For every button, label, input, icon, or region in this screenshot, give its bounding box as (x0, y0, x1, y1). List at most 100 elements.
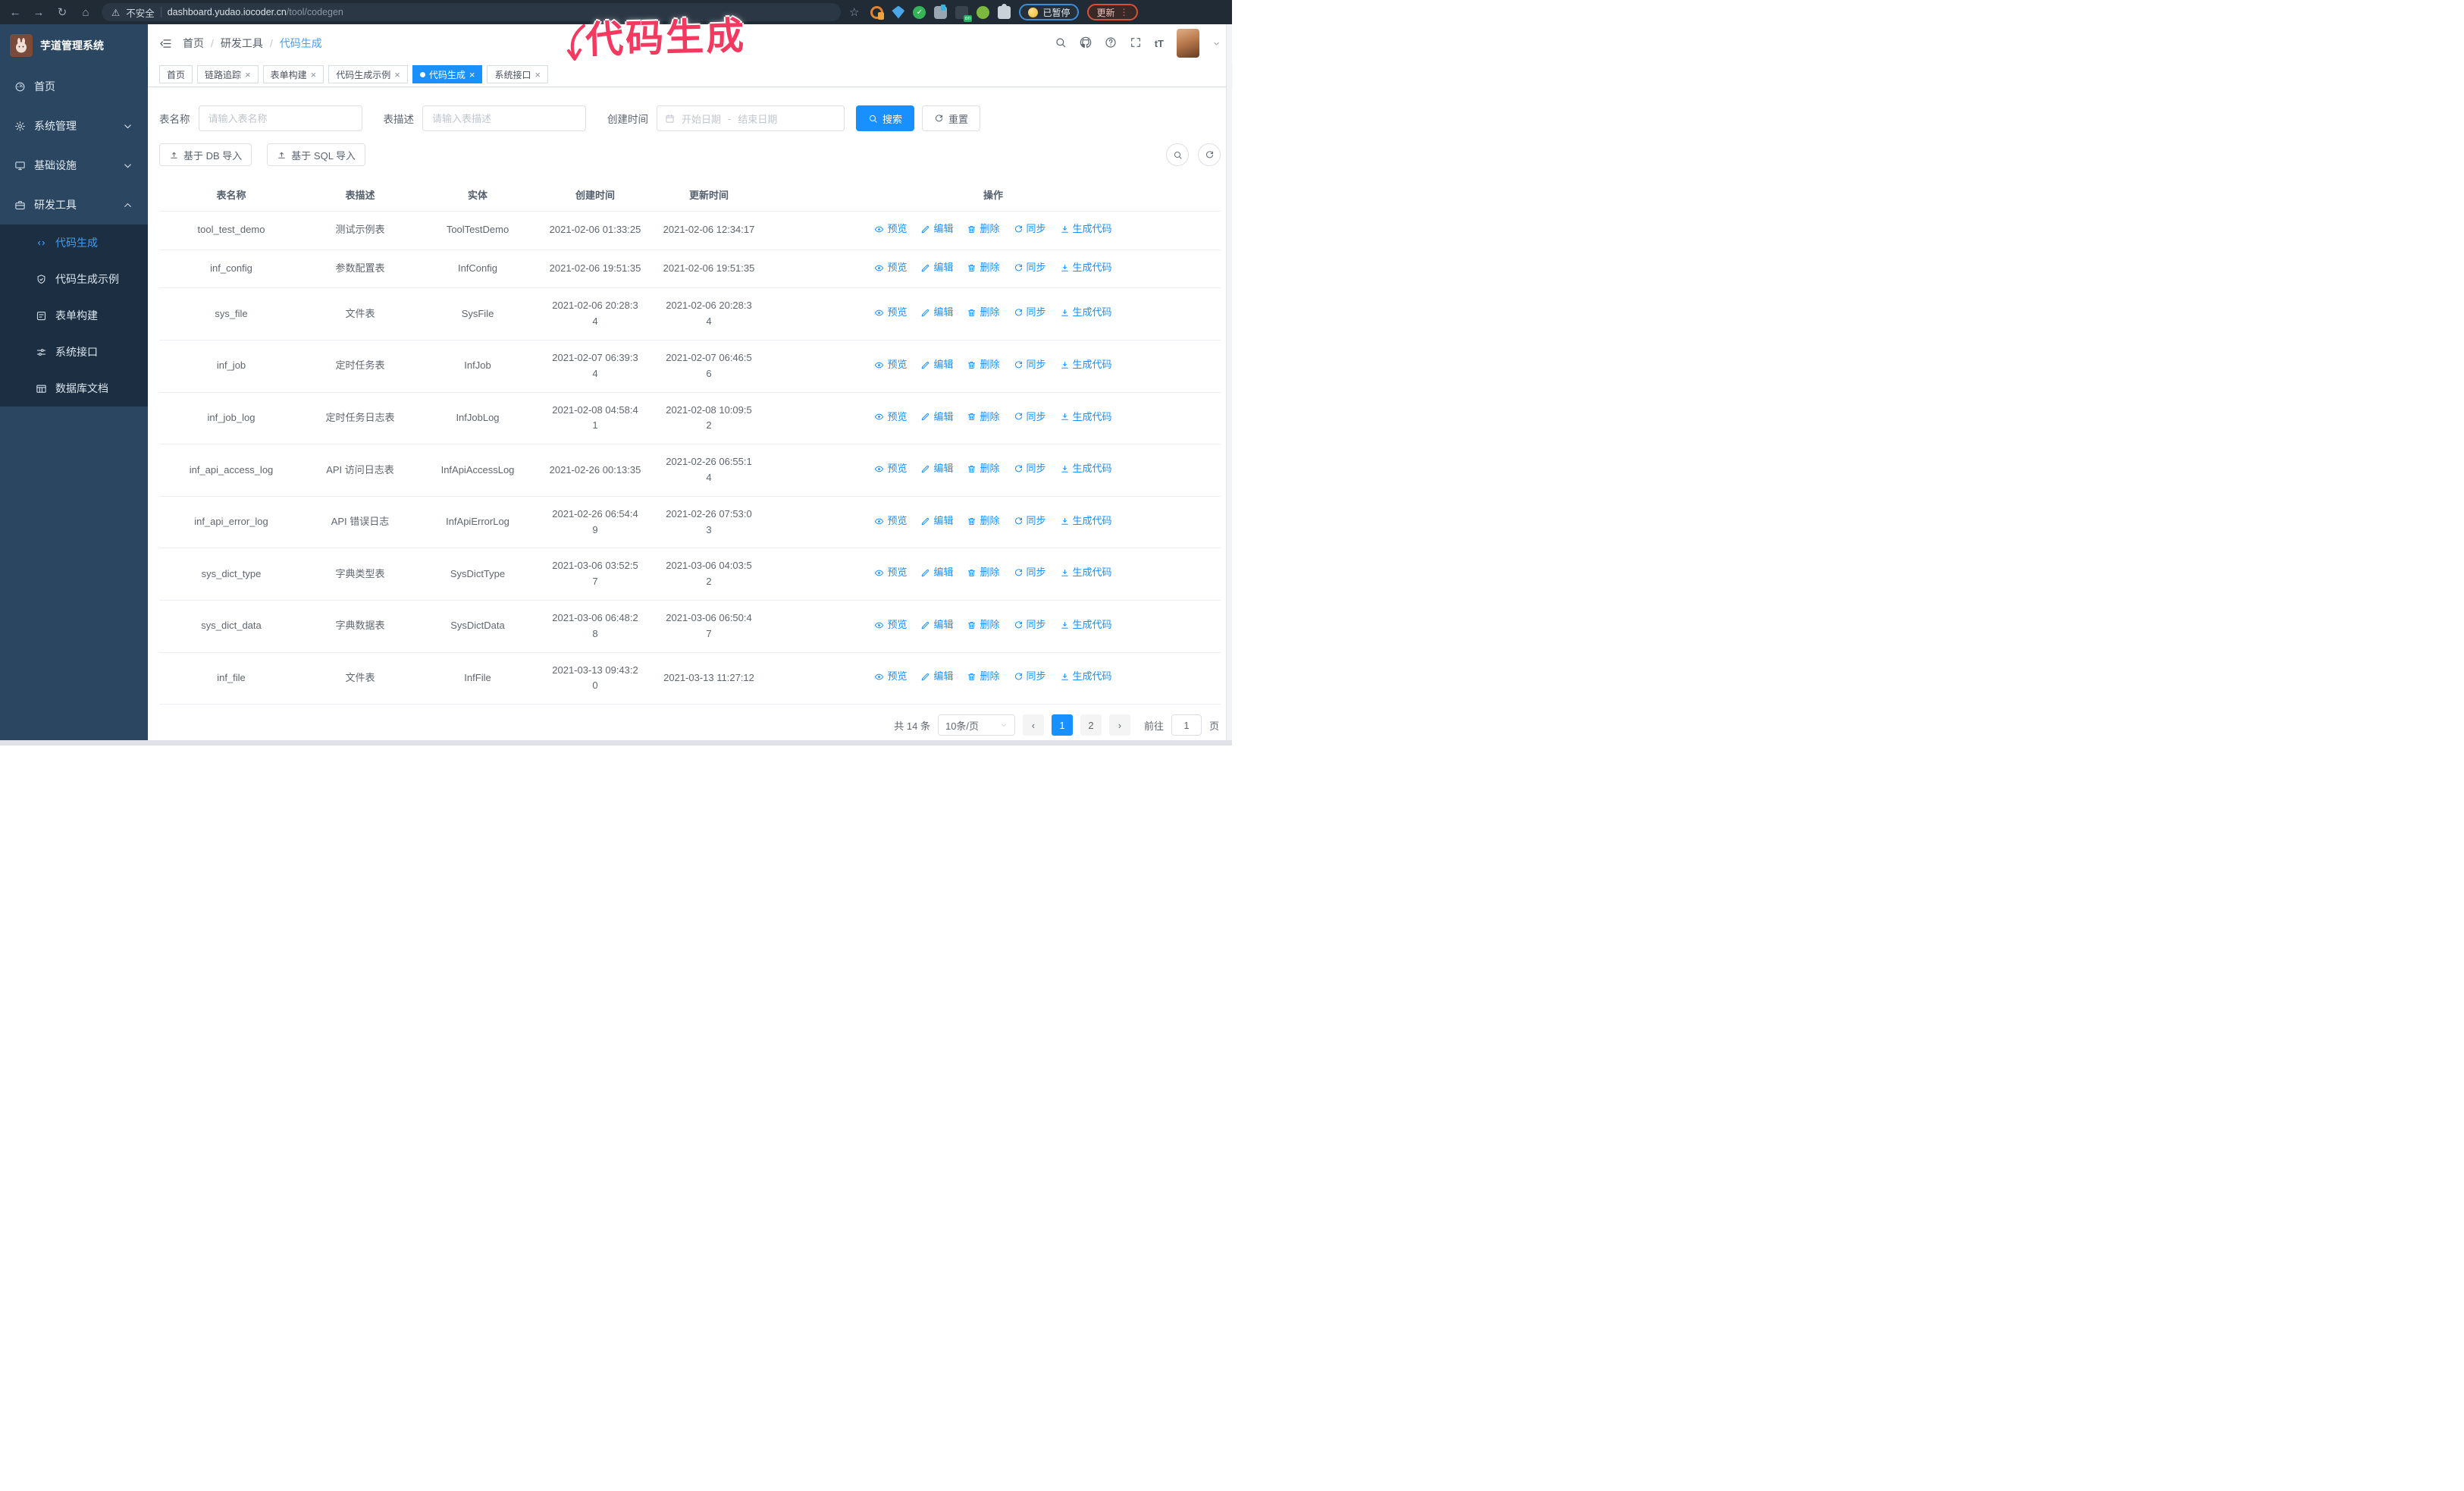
action-sync[interactable]: 同步 (1014, 305, 1046, 321)
extension-icon-blue-gem[interactable] (892, 5, 905, 19)
action-preview[interactable]: 预览 (874, 669, 907, 685)
home-button[interactable]: ⌂ (78, 6, 93, 19)
extension-icon-switch[interactable]: on (955, 5, 973, 22)
action-delete[interactable]: 删除 (967, 565, 1000, 581)
tab-trace[interactable]: 链路追踪 × (197, 65, 259, 83)
back-button[interactable]: ← (8, 6, 23, 19)
action-edit[interactable]: 编辑 (920, 565, 953, 581)
action-preview[interactable]: 预览 (874, 221, 907, 237)
next-page-button[interactable]: › (1108, 714, 1130, 736)
action-sync[interactable]: 同步 (1014, 461, 1046, 477)
goto-page-input[interactable] (1171, 714, 1202, 736)
tab-home[interactable]: 首页 (159, 65, 193, 83)
action-preview[interactable]: 预览 (874, 260, 907, 276)
action-generate[interactable]: 生成代码 (1060, 357, 1112, 373)
avatar[interactable] (1177, 29, 1199, 58)
action-preview[interactable]: 预览 (874, 617, 907, 633)
action-sync[interactable]: 同步 (1014, 617, 1046, 633)
action-edit[interactable]: 编辑 (920, 669, 953, 685)
action-sync[interactable]: 同步 (1014, 357, 1046, 373)
page-size-select[interactable]: 10条/页 (937, 714, 1015, 736)
date-range-picker[interactable]: 开始日期 - 结束日期 (657, 105, 845, 131)
extension-icon-green[interactable] (977, 5, 990, 19)
action-delete[interactable]: 删除 (967, 410, 1000, 425)
action-generate[interactable]: 生成代码 (1060, 669, 1112, 685)
close-icon[interactable]: × (245, 70, 251, 80)
action-edit[interactable]: 编辑 (920, 513, 953, 529)
action-edit[interactable]: 编辑 (920, 357, 953, 373)
action-delete[interactable]: 删除 (967, 513, 1000, 529)
action-preview[interactable]: 预览 (874, 565, 907, 581)
action-edit[interactable]: 编辑 (920, 410, 953, 425)
tab-codegen-example[interactable]: 代码生成示例 × (328, 65, 408, 83)
breadcrumb-item[interactable]: 研发工具 (221, 36, 263, 51)
action-generate[interactable]: 生成代码 (1060, 305, 1112, 321)
extension-icon-gray-grid[interactable] (934, 4, 948, 19)
sidebar-item-system-admin[interactable]: 系统管理 (0, 106, 148, 146)
sidebar-item-dev-tools[interactable]: 研发工具 (0, 185, 148, 224)
breadcrumb-item[interactable]: 首页 (183, 36, 204, 51)
sidebar-item-codegen[interactable]: 代码生成 (0, 224, 148, 261)
import-db-button[interactable]: 基于 DB 导入 (159, 143, 252, 166)
page-button-2[interactable]: 2 (1080, 714, 1102, 736)
action-edit[interactable]: 编辑 (920, 617, 953, 633)
breadcrumb-item[interactable]: 代码生成 (280, 36, 322, 51)
action-edit[interactable]: 编辑 (920, 461, 953, 477)
puzzle-extension-icon[interactable] (998, 3, 1011, 19)
sidebar-item-form-builder[interactable]: 表单构建 (0, 297, 148, 334)
menu-dots-icon[interactable]: ⋮ (1119, 7, 1129, 17)
action-delete[interactable]: 删除 (967, 461, 1000, 477)
tab-codegen[interactable]: 代码生成 × (412, 65, 483, 83)
action-delete[interactable]: 删除 (967, 617, 1000, 633)
reset-button[interactable]: 重置 (922, 105, 981, 131)
toggle-search-button[interactable] (1166, 143, 1189, 166)
action-sync[interactable]: 同步 (1014, 669, 1046, 685)
fullscreen-icon[interactable] (1130, 36, 1142, 51)
action-edit[interactable]: 编辑 (920, 305, 953, 321)
sidebar-item-home[interactable]: 首页 (0, 67, 148, 106)
action-preview[interactable]: 预览 (874, 513, 907, 529)
close-icon[interactable]: × (469, 70, 475, 80)
action-sync[interactable]: 同步 (1014, 513, 1046, 529)
action-edit[interactable]: 编辑 (920, 260, 953, 276)
action-preview[interactable]: 预览 (874, 305, 907, 321)
action-preview[interactable]: 预览 (874, 461, 907, 477)
sidebar-item-codegen-example[interactable]: 代码生成示例 (0, 261, 148, 297)
scrollbar[interactable] (1226, 24, 1232, 740)
action-generate[interactable]: 生成代码 (1060, 513, 1112, 529)
bookmark-star-icon[interactable]: ☆ (849, 5, 859, 19)
action-delete[interactable]: 删除 (967, 669, 1000, 685)
hamburger-icon[interactable] (159, 37, 172, 50)
action-delete[interactable]: 删除 (967, 357, 1000, 373)
action-delete[interactable]: 删除 (967, 305, 1000, 321)
action-delete[interactable]: 删除 (967, 260, 1000, 276)
table-desc-input[interactable] (422, 105, 586, 131)
action-generate[interactable]: 生成代码 (1060, 410, 1112, 425)
forward-button[interactable]: → (31, 6, 46, 19)
action-edit[interactable]: 编辑 (920, 221, 953, 237)
tab-system-api[interactable]: 系统接口 × (487, 65, 549, 83)
font-size-icon[interactable]: tT (1155, 38, 1164, 49)
reload-button[interactable]: ↻ (55, 5, 70, 19)
action-generate[interactable]: 生成代码 (1060, 565, 1112, 581)
close-icon[interactable]: × (534, 70, 541, 80)
action-sync[interactable]: 同步 (1014, 565, 1046, 581)
search-button[interactable]: 搜索 (856, 105, 915, 131)
page-button-1[interactable]: 1 (1051, 714, 1073, 736)
browser-update-button[interactable]: 更新 ⋮ (1087, 4, 1139, 20)
extension-icon-green-check[interactable]: ✓ (913, 5, 926, 19)
tab-form-builder[interactable]: 表单构建 × (262, 65, 324, 83)
table-name-input[interactable] (198, 105, 362, 131)
action-delete[interactable]: 删除 (967, 221, 1000, 237)
action-preview[interactable]: 预览 (874, 410, 907, 425)
action-generate[interactable]: 生成代码 (1060, 221, 1112, 237)
action-generate[interactable]: 生成代码 (1060, 260, 1112, 276)
import-sql-button[interactable]: 基于 SQL 导入 (267, 143, 366, 166)
action-sync[interactable]: 同步 (1014, 221, 1046, 237)
action-sync[interactable]: 同步 (1014, 410, 1046, 425)
address-bar[interactable]: ⚠ 不安全 dashboard.yudao.iocoder.cn/tool/co… (102, 3, 841, 21)
refresh-table-button[interactable] (1198, 143, 1221, 166)
extension-icon-orange[interactable] (870, 5, 885, 20)
sidebar-item-infrastructure[interactable]: 基础设施 (0, 146, 148, 185)
github-icon[interactable] (1080, 36, 1092, 51)
